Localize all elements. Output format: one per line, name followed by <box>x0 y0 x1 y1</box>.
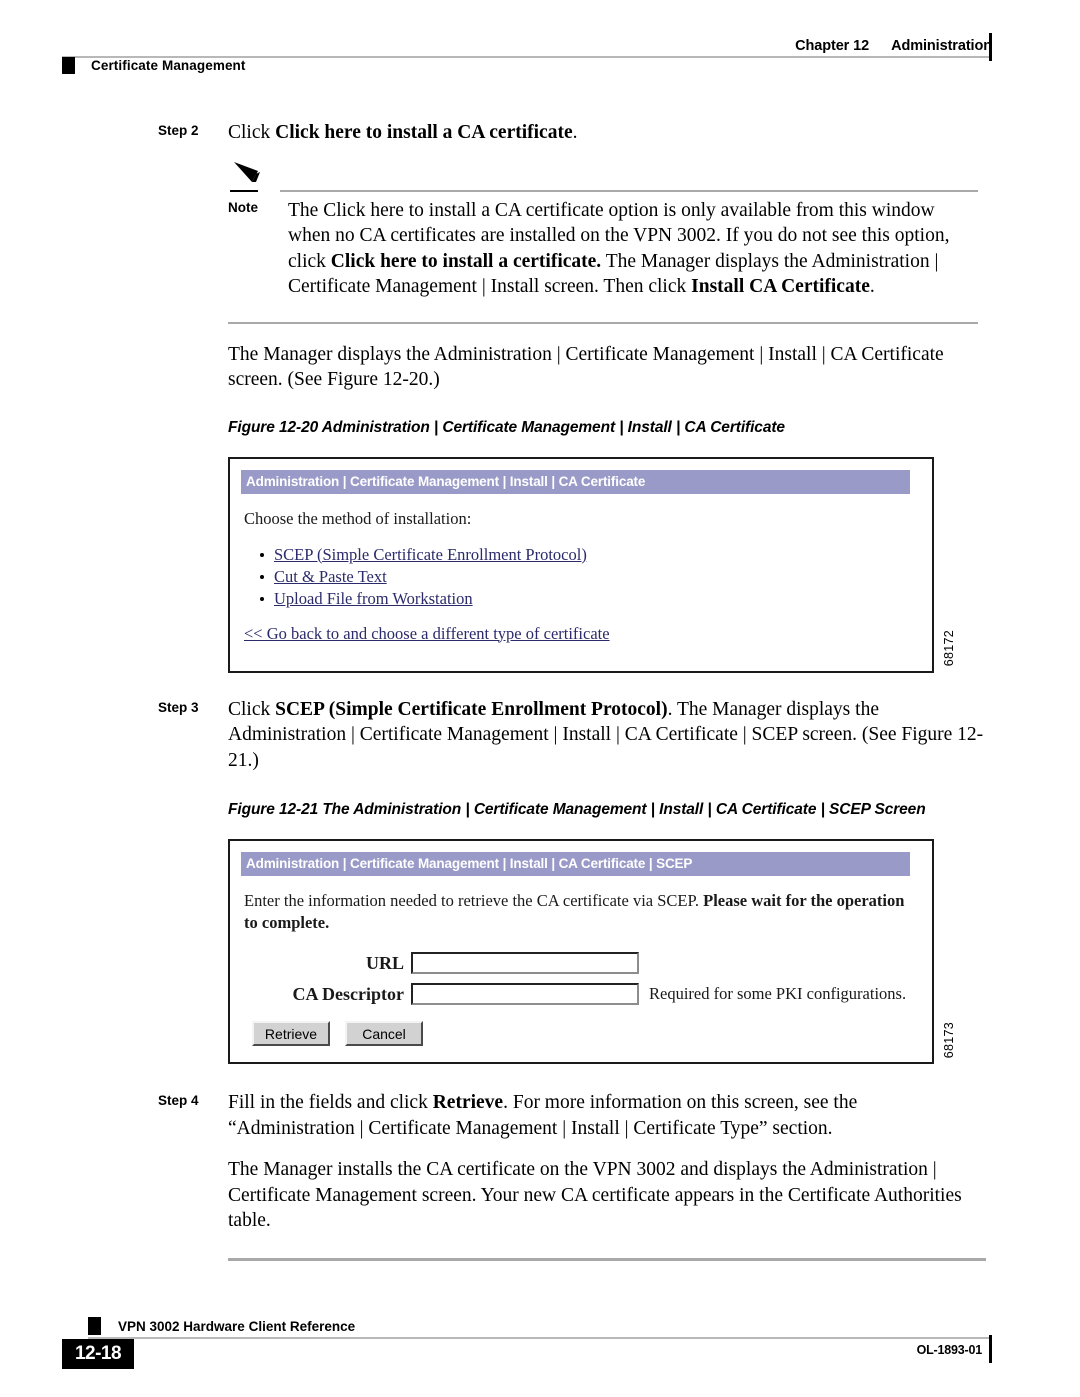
note-bottom-rule <box>228 321 978 324</box>
content-bottom-rule <box>228 1257 986 1261</box>
note-block: Note The Click here to install a CA cert… <box>228 161 978 324</box>
figure-12-21-body: Enter the information needed to retrieve… <box>230 876 932 1062</box>
figure-12-21-id: 68173 <box>942 1021 956 1058</box>
page-header: Chapter 12 Administration Certificate Man… <box>0 0 1080 90</box>
link-go-back[interactable]: << Go back to and choose a different typ… <box>244 624 610 643</box>
figure-12-20-body: Choose the method of installation: SCEP … <box>230 494 932 671</box>
ca-descriptor-field-hint: Required for some PKI configurations. <box>649 984 907 1003</box>
step-4-followup-paragraph: The Manager installs the CA certificate … <box>228 1159 962 1231</box>
step-4-label: Step 4 <box>158 1093 199 1108</box>
footer-page-number: 12-18 <box>62 1339 134 1369</box>
cancel-button[interactable]: Cancel <box>345 1021 423 1046</box>
header-running-head-label: Certificate Management <box>91 58 246 73</box>
figure-12-21-button-row: Retrieve Cancel <box>252 1021 918 1046</box>
note-icon-underline <box>230 189 258 192</box>
figure-12-21-lead-plain: Enter the information needed to retrieve… <box>244 891 704 910</box>
list-item: Upload File from Workstation <box>260 588 918 609</box>
step-2-lead: Click <box>228 122 276 143</box>
go-back-row: << Go back to and choose a different typ… <box>244 623 918 645</box>
step-4-bold: Retrieve <box>432 1092 504 1113</box>
header-chapter-title: Administration <box>891 38 992 54</box>
install-method-list: SCEP (Simple Certificate Enrollment Prot… <box>244 544 918 609</box>
header-chapter-info: Chapter 12 Administration <box>795 38 992 54</box>
paragraph-after-note: The Manager displays the Administration … <box>228 343 944 391</box>
note-segment-4-bold: Install CA Certificate <box>691 276 870 297</box>
note-text: The Click here to install a CA certifica… <box>288 164 978 312</box>
document-content: Step 2 Click Click here to install a CA … <box>0 120 1080 1261</box>
footer-edge-tick <box>989 1335 992 1363</box>
link-cut-paste-text[interactable]: Cut & Paste Text <box>274 567 387 586</box>
step-2-bold: Click here to install a CA certificate <box>275 122 573 143</box>
header-chapter-number: Chapter 12 <box>795 38 870 54</box>
url-input[interactable] <box>411 952 639 974</box>
ca-descriptor-field-label: CA Descriptor <box>292 984 404 1004</box>
footer-document-title: VPN 3002 Hardware Client Reference <box>118 1319 356 1334</box>
step-3-block: Step 3 Click SCEP (Simple Certificate En… <box>0 697 1080 774</box>
figure-12-20-caption: Figure 12-20 Administration | Certificat… <box>228 418 785 436</box>
retrieve-button[interactable]: Retrieve <box>252 1021 330 1046</box>
note-label: Note <box>228 199 258 215</box>
step-4-block: Step 4 Fill in the fields and click Retr… <box>0 1090 1080 1141</box>
figure-12-20-id: 68172 <box>942 630 956 667</box>
step-3-bold: SCEP (Simple Certificate Enrollment Prot… <box>275 698 668 720</box>
figure-12-20-titlebar: Administration | Certificate Management … <box>241 469 910 494</box>
footer-divider-rule <box>88 1337 992 1339</box>
figure-12-20: Administration | Certificate Management … <box>228 456 956 673</box>
pencil-icon <box>232 160 266 186</box>
ca-descriptor-input[interactable] <box>411 983 639 1005</box>
step-2-label: Step 2 <box>158 123 199 138</box>
link-scep[interactable]: SCEP (Simple Certificate Enrollment Prot… <box>274 545 587 564</box>
url-field-row: URL <box>244 952 918 974</box>
note-segment-5: . <box>869 276 875 297</box>
page-footer: VPN 3002 Hardware Client Reference 12-18… <box>0 1295 1080 1385</box>
list-item: SCEP (Simple Certificate Enrollment Prot… <box>260 544 918 565</box>
step-3-label: Step 3 <box>158 699 199 715</box>
step-4-lead: Fill in the fields and click <box>228 1092 433 1113</box>
link-upload-file[interactable]: Upload File from Workstation <box>274 589 473 608</box>
figure-12-21-lead: Enter the information needed to retrieve… <box>244 890 918 934</box>
header-square-bullet-icon <box>62 57 75 74</box>
list-item: Cut & Paste Text <box>260 566 918 587</box>
figure-12-21-titlebar: Administration | Certificate Management … <box>241 852 910 876</box>
step-2-tail: . <box>572 122 578 143</box>
figure-12-21-caption: Figure 12-21 The Administration | Certif… <box>228 801 926 818</box>
note-top-rule <box>280 189 978 192</box>
header-running-head: Certificate Management <box>62 57 246 74</box>
step-4-text: Fill in the fields and click Retrieve. F… <box>228 1090 986 1141</box>
figure-12-20-lead: Choose the method of installation: <box>244 508 472 528</box>
step-3-text: Click SCEP (Simple Certificate Enrollmen… <box>228 697 986 774</box>
ca-descriptor-field-row: CA Descriptor Required for some PKI conf… <box>244 983 918 1005</box>
url-field-label: URL <box>365 953 404 973</box>
figure-12-21: Administration | Certificate Management … <box>228 839 956 1064</box>
note-segment-2-bold: Click here to install a certificate. <box>330 250 602 272</box>
footer-square-bullet-icon <box>88 1317 101 1335</box>
header-edge-tick <box>989 33 992 61</box>
footer-document-id: OL-1893-01 <box>916 1343 983 1357</box>
step-2-block: Step 2 Click Click here to install a CA … <box>0 120 1080 146</box>
step-3-lead: Click <box>228 698 276 720</box>
step-2-text: Click Click here to install a CA certifi… <box>228 120 986 146</box>
